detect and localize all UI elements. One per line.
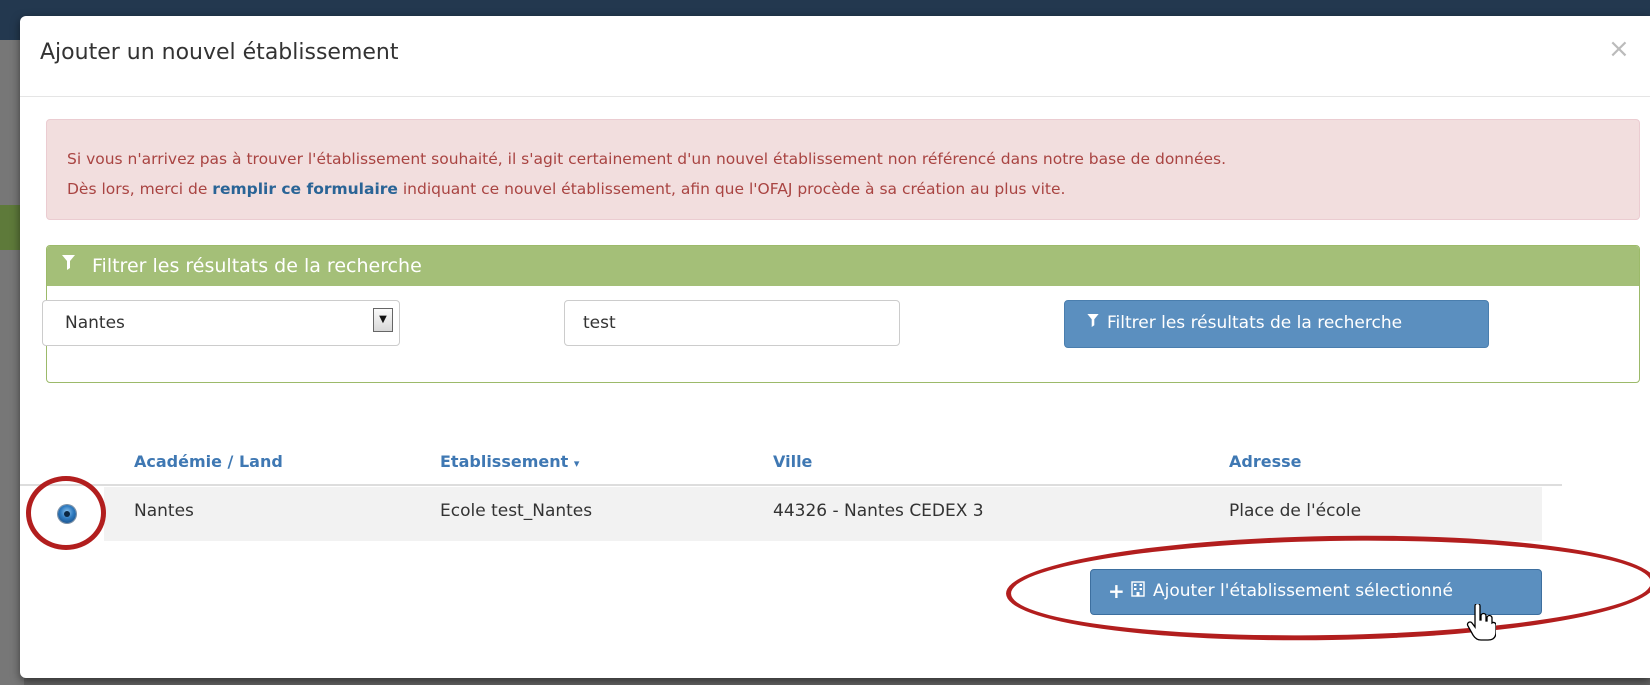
filter-icon [62,255,75,275]
search-input[interactable] [564,300,900,346]
column-header-academie[interactable]: Académie / Land [134,452,283,471]
filter-panel-title: Filtrer les résultats de la recherche [92,255,422,277]
alert-line-2: Dès lors, merci de remplir ce formulaire… [67,180,1065,198]
alert-line-2-suffix: indiquant ce nouvel établissement, afin … [397,180,1066,198]
close-button[interactable]: × [1608,36,1630,62]
cell-etablissement: Ecole test_Nantes [440,501,593,521]
filter-icon [1087,314,1099,331]
alert-line-2-prefix: Dès lors, merci de [67,180,213,198]
sort-desc-icon: ▾ [573,457,580,470]
form-link[interactable]: remplir ce formulaire [212,180,398,198]
cell-ville: 44326 - Nantes CEDEX 3 [773,501,984,521]
cell-adresse: Place de l'école [1229,501,1362,521]
column-header-adresse[interactable]: Adresse [1229,452,1301,471]
modal-header: Ajouter un nouvel établissement × [20,16,1650,97]
academie-select[interactable]: Nantes ▼ [42,300,400,346]
column-header-etablissement-label: Etablissement [440,452,569,471]
alert-line-1: Si vous n'arrivez pas à trouver l'établi… [67,150,1227,168]
highlight-ring-radio [26,476,106,550]
table-header-divider [20,484,1562,486]
modal-title: Ajouter un nouvel établissement [40,40,399,65]
cell-academie: Nantes [134,501,194,521]
academie-select-value: Nantes [65,313,125,333]
info-alert: Si vous n'arrivez pas à trouver l'établi… [46,119,1640,220]
column-header-ville[interactable]: Ville [773,452,812,471]
filter-button-label: Filtrer les résultats de la recherche [1107,313,1403,333]
hand-cursor-icon [1466,602,1504,648]
chevron-down-icon[interactable]: ▼ [373,308,393,332]
column-header-etablissement[interactable]: Etablissement ▾ [440,452,579,471]
filter-button[interactable]: Filtrer les résultats de la recherche [1064,300,1489,348]
filter-panel-heading: Filtrer les résultats de la recherche [47,246,1639,286]
